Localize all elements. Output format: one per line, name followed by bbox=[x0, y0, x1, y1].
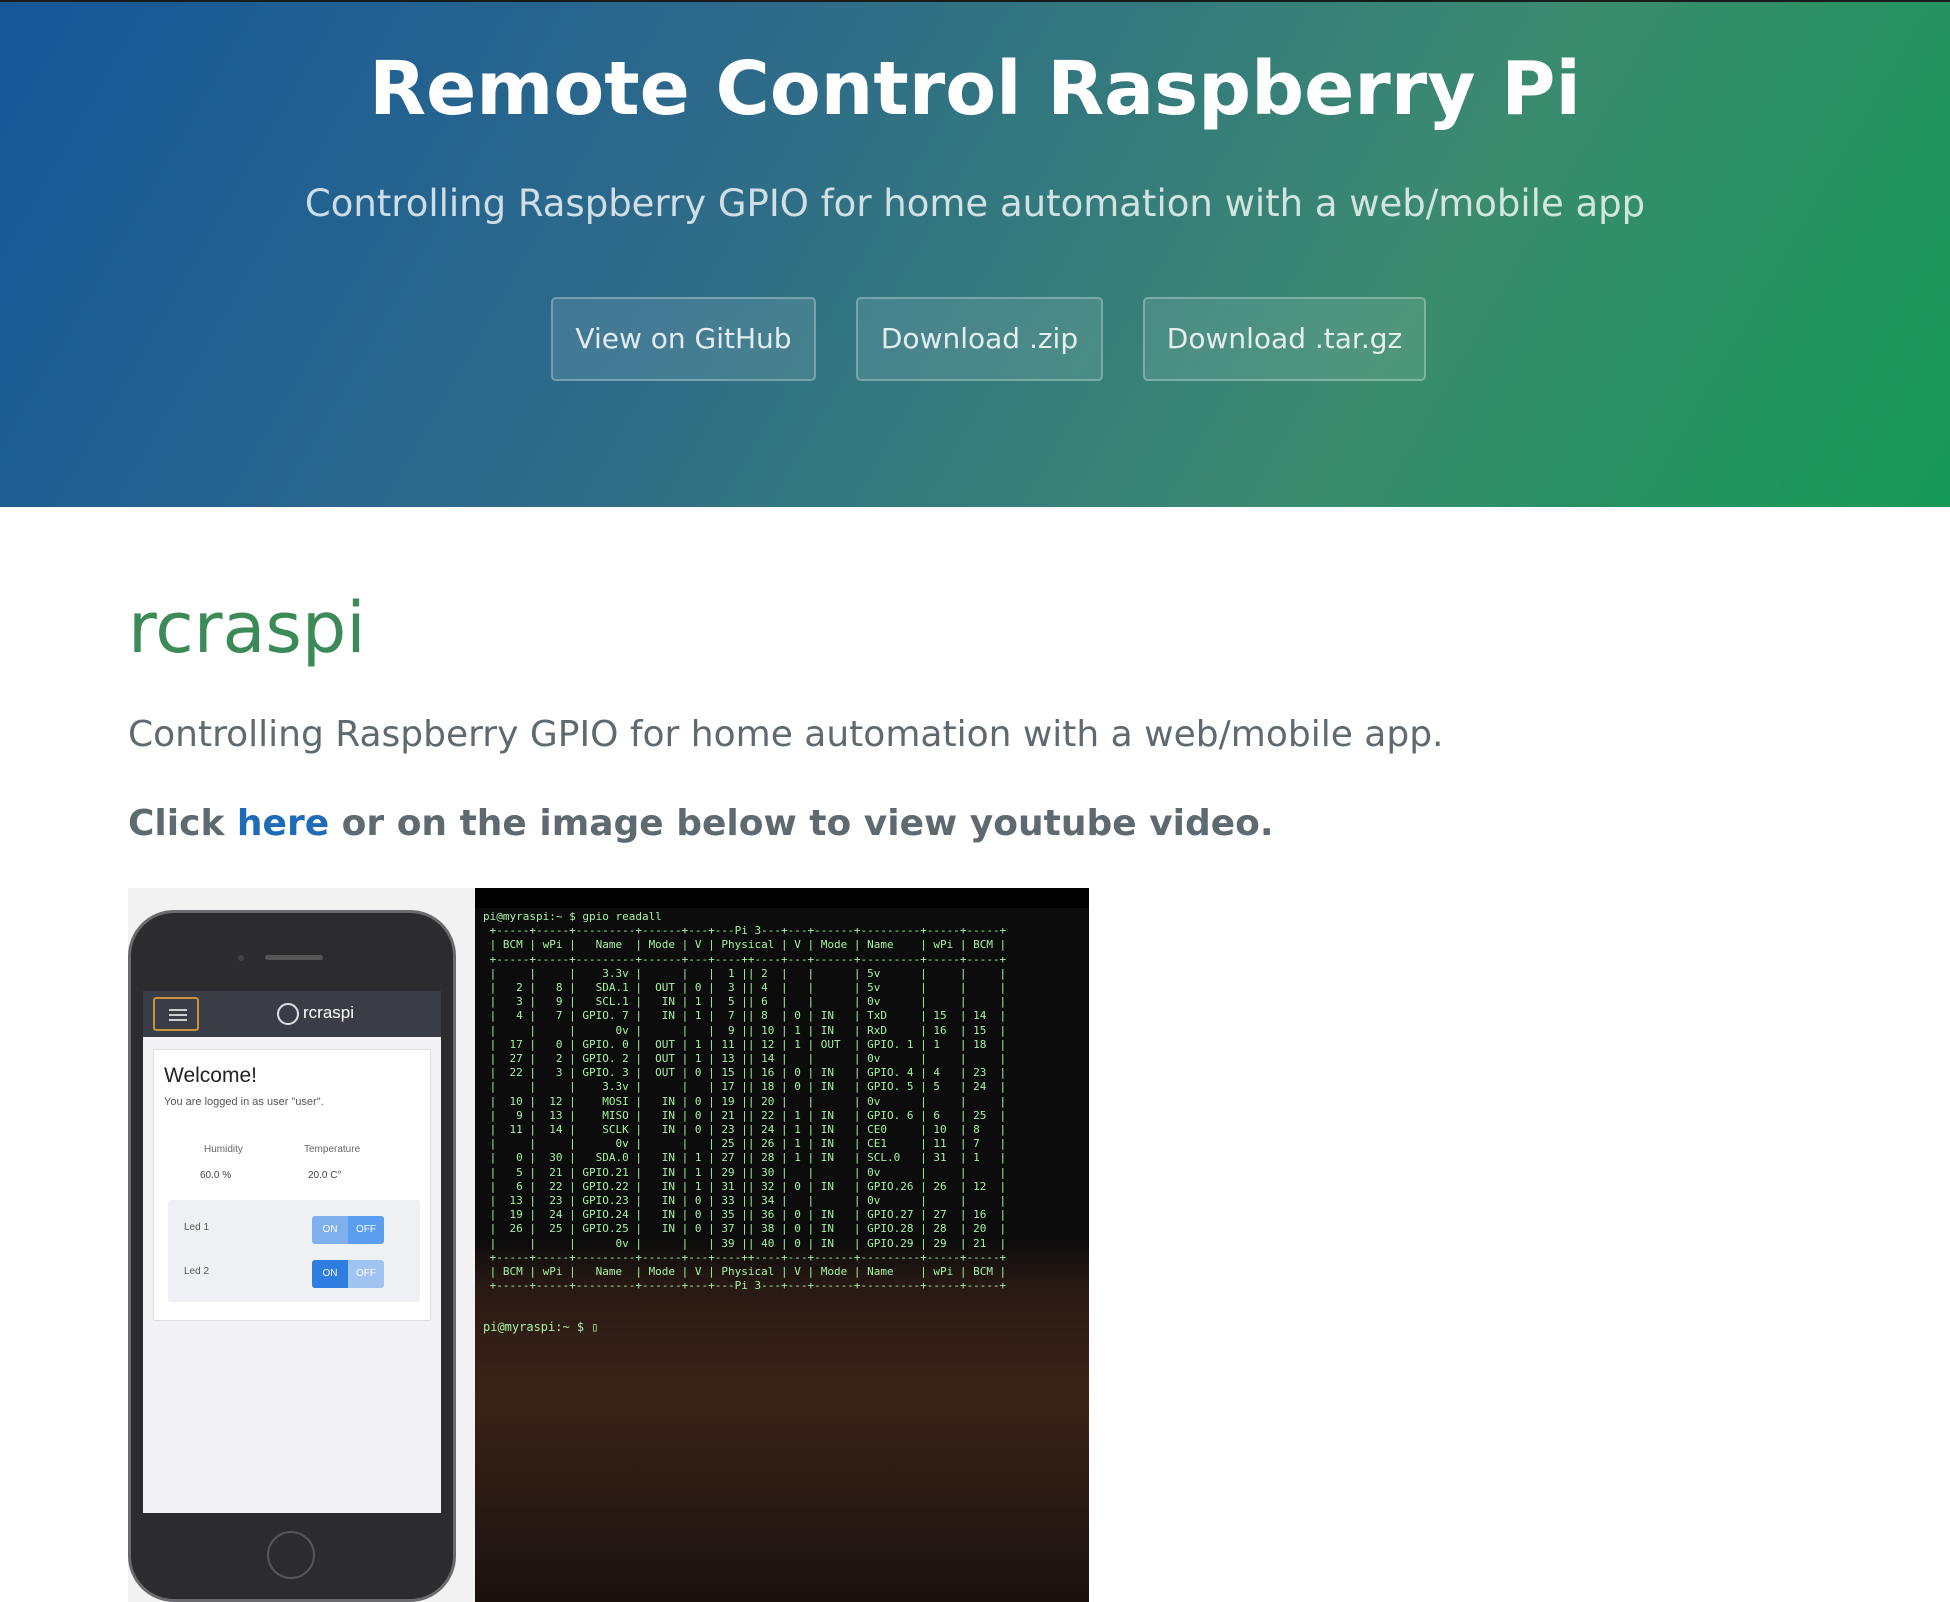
terminal-line: +-----+-----+---------+------+---+---Pi … bbox=[483, 924, 1007, 938]
phone-screen: rcraspi Welcome! You are logged in as us… bbox=[143, 991, 441, 1513]
terminal-line: | 0 | 30 | SDA.0 | IN | 1 | 27 || 28 | 1… bbox=[483, 1151, 1007, 1165]
logged-in-text: You are logged in as user "user". bbox=[164, 1096, 324, 1108]
phone-mockup: rcraspi Welcome! You are logged in as us… bbox=[128, 910, 456, 1602]
terminal-line: | | | 0v | | | 9 || 10 | 1 | IN | RxD | … bbox=[483, 1023, 1007, 1037]
section-heading: rcraspi bbox=[128, 587, 366, 669]
terminal-line: +-----+-----+---------+------+---+----++… bbox=[483, 952, 1007, 966]
terminal-line: | 6 | 22 | GPIO.22 | IN | 1 | 31 || 32 |… bbox=[483, 1179, 1007, 1193]
phone-home-button bbox=[267, 1531, 315, 1579]
terminal-line: | 10 | 12 | MOSI | IN | 0 | 19 || 20 | |… bbox=[483, 1094, 1007, 1108]
raspberry-logo-icon bbox=[277, 1003, 299, 1025]
terminal-line: | 26 | 25 | GPIO.25 | IN | 0 | 37 || 38 … bbox=[483, 1222, 1007, 1236]
terminal-output: pi@myraspi:~ $ gpio readall +-----+-----… bbox=[483, 910, 1083, 1310]
terminal-line: | 9 | 13 | MISO | IN | 0 | 21 || 22 | 1 … bbox=[483, 1108, 1007, 1122]
terminal-line: | 19 | 24 | GPIO.24 | IN | 0 | 35 || 36 … bbox=[483, 1208, 1007, 1222]
app-navbar: rcraspi bbox=[143, 991, 441, 1037]
terminal-line: | 17 | 0 | GPIO. 0 | OUT | 1 | 11 || 12 … bbox=[483, 1037, 1007, 1051]
terminal-line: | 3 | 9 | SCL.1 | IN | 1 | 5 || 6 | | | … bbox=[483, 995, 1007, 1009]
terminal-line: | 11 | 14 | SCLK | IN | 0 | 23 || 24 | 1… bbox=[483, 1123, 1007, 1137]
project-tagline: Controlling Raspberry GPIO for home auto… bbox=[304, 182, 1646, 225]
led-on-button: ON bbox=[312, 1216, 348, 1244]
led-row: Led 1 ON OFF bbox=[168, 1210, 420, 1250]
led-row: Led 2 ON OFF bbox=[168, 1254, 420, 1294]
terminal-window: pi@myraspi:~ $ gpio readall +-----+-----… bbox=[475, 908, 1089, 1602]
terminal-line: | | | 0v | | | 39 || 40 | 0 | IN | GPIO.… bbox=[483, 1236, 1007, 1250]
here-link[interactable]: here bbox=[237, 803, 329, 844]
app-title: rcraspi bbox=[303, 1003, 355, 1022]
phone-camera bbox=[238, 955, 244, 961]
humidity-label: Humidity bbox=[204, 1144, 243, 1155]
humidity-value: 60.0 % bbox=[200, 1170, 232, 1181]
welcome-heading: Welcome! bbox=[164, 1064, 257, 1087]
terminal-line: | 27 | 2 | GPIO. 2 | OUT | 1 | 13 || 14 … bbox=[483, 1052, 1007, 1066]
terminal-prompt: pi@myraspi:~ $ ▯ bbox=[483, 1320, 599, 1334]
terminal-line: | BCM | wPi | Name | Mode | V | Physical… bbox=[483, 1265, 1007, 1279]
header-buttons: View on GitHub Download .zip Download .t… bbox=[0, 297, 1950, 381]
cta-prefix: Click bbox=[128, 803, 237, 844]
led-on-button: ON bbox=[312, 1260, 348, 1288]
project-description: Controlling Raspberry GPIO for home auto… bbox=[128, 714, 1444, 755]
download-targz-button[interactable]: Download .tar.gz bbox=[1143, 297, 1426, 381]
project-title: Remote Control Raspberry Pi bbox=[369, 46, 1581, 132]
video-call-to-action: Click here or on the image below to view… bbox=[128, 803, 1274, 844]
menu-icon bbox=[153, 997, 199, 1031]
terminal-line: | 13 | 23 | GPIO.23 | IN | 0 | 33 || 34 … bbox=[483, 1194, 1007, 1208]
led-off-button: OFF bbox=[348, 1260, 384, 1288]
video-thumbnail[interactable]: pi@myraspi:~ $ gpio readall +-----+-----… bbox=[128, 888, 1089, 1602]
terminal-line: +-----+-----+---------+------+---+---Pi … bbox=[483, 1279, 1007, 1293]
cta-suffix: or on the image below to view youtube vi… bbox=[329, 803, 1274, 844]
terminal-line: +-----+-----+---------+------+---+----++… bbox=[483, 1250, 1007, 1264]
temperature-label: Temperature bbox=[304, 1144, 361, 1155]
terminal-line: pi@myraspi:~ $ gpio readall bbox=[483, 910, 662, 923]
terminal-line: | | | 0v | | | 25 || 26 | 1 | IN | CE1 |… bbox=[483, 1137, 1007, 1151]
terminal-line: | | | 3.3v | | | 1 || 2 | | | 5v | | | bbox=[483, 966, 1007, 980]
terminal-line: | 2 | 8 | SDA.1 | OUT | 0 | 3 || 4 | | |… bbox=[483, 981, 1007, 995]
page-header: Remote Control Raspberry Pi Controlling … bbox=[0, 0, 1950, 507]
download-zip-button[interactable]: Download .zip bbox=[856, 297, 1103, 381]
terminal-line: | 4 | 7 | GPIO. 7 | IN | 1 | 7 || 8 | 0 … bbox=[483, 1009, 1007, 1023]
terminal-line: | BCM | wPi | Name | Mode | V | Physical… bbox=[483, 938, 1007, 952]
temperature-value: 20.0 C° bbox=[308, 1170, 342, 1181]
terminal-line: | 22 | 3 | GPIO. 3 | OUT | 0 | 15 || 16 … bbox=[483, 1066, 1007, 1080]
led-name: Led 1 bbox=[184, 1222, 210, 1233]
led-name: Led 2 bbox=[184, 1266, 210, 1277]
welcome-card: Welcome! You are logged in as user "user… bbox=[153, 1049, 431, 1321]
terminal-line: | 5 | 21 | GPIO.21 | IN | 1 | 29 || 30 |… bbox=[483, 1165, 1007, 1179]
phone-speaker bbox=[265, 955, 323, 960]
led-off-button: OFF bbox=[348, 1216, 384, 1244]
terminal-line: | | | 3.3v | | | 17 || 18 | 0 | IN | GPI… bbox=[483, 1080, 1007, 1094]
view-on-github-button[interactable]: View on GitHub bbox=[551, 297, 816, 381]
led-controls: Led 1 ON OFF Led 2 ON OFF bbox=[168, 1200, 420, 1302]
